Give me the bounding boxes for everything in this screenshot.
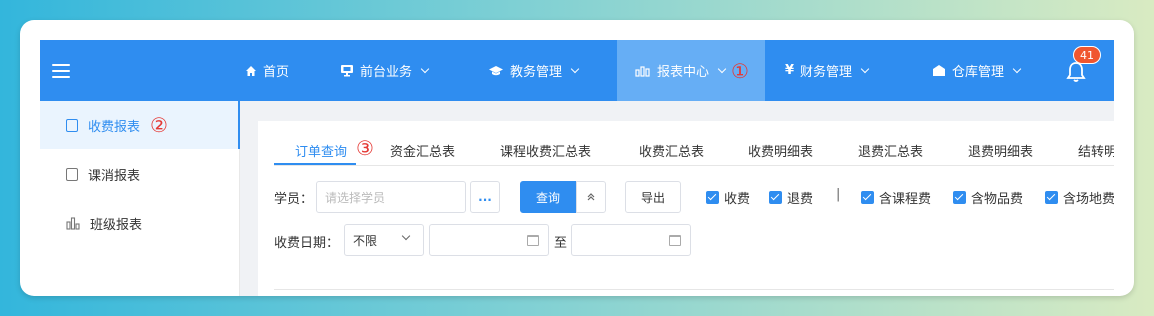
nav-item-reports[interactable]: 报表中心 ① xyxy=(617,40,765,101)
double-chevron-up-icon xyxy=(587,193,595,201)
active-tab-indicator xyxy=(274,163,356,165)
nav-item-finance[interactable]: ¥ 财务管理 xyxy=(785,40,870,101)
tab-carryover-detail[interactable]: 结转明 xyxy=(1078,141,1114,160)
chevron-down-icon xyxy=(717,64,727,73)
filter-divider xyxy=(274,289,1114,290)
end-date-input[interactable] xyxy=(571,224,691,256)
checkbox-include-venue-fee[interactable]: 含场地费 xyxy=(1045,188,1114,207)
calendar-icon xyxy=(527,235,539,246)
main-content: 订单查询 ③ 资金汇总表 课程收费汇总表 收费汇总表 收费明细表 退费汇总表 退… xyxy=(240,101,1114,296)
top-nav-bar: 首页 前台业务 教务管理 报表中心 ① ¥ 财务管理 仓库管理 41 xyxy=(40,40,1114,101)
nav-item-front-desk[interactable]: 前台业务 xyxy=(340,40,430,101)
checkbox-label: 收费 xyxy=(724,192,751,207)
menu-toggle-icon[interactable] xyxy=(52,64,70,78)
nav-label: 教务管理 xyxy=(510,65,563,80)
notification-badge: 41 xyxy=(1073,46,1101,64)
filter-separator: | xyxy=(836,187,841,202)
tab-order-query[interactable]: 订单查询 xyxy=(295,141,347,160)
chevron-down-icon xyxy=(860,64,870,73)
nav-label: 财务管理 xyxy=(800,65,853,80)
advanced-toggle-button[interactable] xyxy=(576,181,606,213)
checkbox-refund[interactable]: 退费 xyxy=(769,188,813,207)
sidebar-item-label: 班级报表 xyxy=(90,217,143,233)
export-button[interactable]: 导出 xyxy=(625,181,681,213)
query-button[interactable]: 查询 xyxy=(520,181,576,213)
date-range-select[interactable]: 不限 xyxy=(344,224,424,256)
checkbox-charge[interactable]: 收费 xyxy=(706,188,750,207)
checkbox-checked-icon xyxy=(861,191,874,204)
calendar-icon xyxy=(669,235,681,246)
sidebar-item-label: 课消报表 xyxy=(88,168,141,184)
sidebar: 收费报表 ② 课消报表 班级报表 xyxy=(40,101,240,296)
chevron-down-icon xyxy=(420,64,430,73)
checkbox-label: 退费 xyxy=(787,192,814,207)
sidebar-item-charge-report[interactable]: 收费报表 ② xyxy=(40,101,240,149)
annotation-marker-1: ① xyxy=(731,58,749,83)
warehouse-icon xyxy=(933,65,945,76)
tab-fund-summary[interactable]: 资金汇总表 xyxy=(390,141,455,160)
report-icon xyxy=(66,118,78,132)
checkbox-label: 含课程费 xyxy=(879,192,932,207)
sidebar-item-consumption-report[interactable]: 课消报表 xyxy=(40,150,240,198)
tab-charge-detail[interactable]: 收费明细表 xyxy=(748,141,813,160)
bar-chart-icon xyxy=(66,217,80,230)
chevron-down-icon xyxy=(401,231,411,241)
nav-label: 仓库管理 xyxy=(952,65,1005,80)
charge-date-label: 收费日期： xyxy=(274,236,340,251)
checkbox-label: 含场地费 xyxy=(1063,192,1114,207)
checkbox-checked-icon xyxy=(953,191,966,204)
student-label: 学员： xyxy=(274,192,314,207)
tab-refund-detail[interactable]: 退费明细表 xyxy=(968,141,1033,160)
checkbox-checked-icon xyxy=(1045,191,1058,204)
clipboard-icon xyxy=(66,167,78,181)
nav-item-academic[interactable]: 教务管理 xyxy=(488,40,580,101)
graduation-cap-icon xyxy=(489,65,503,75)
tab-divider xyxy=(274,165,1114,166)
annotation-marker-2: ② xyxy=(150,113,168,137)
checkbox-include-course-fee[interactable]: 含课程费 xyxy=(861,188,931,207)
app-window: 首页 前台业务 教务管理 报表中心 ① ¥ 财务管理 仓库管理 41 收费报表 … xyxy=(40,40,1114,296)
tab-course-charge-summary[interactable]: 课程收费汇总表 xyxy=(500,141,591,160)
date-range-value: 不限 xyxy=(353,233,378,248)
checkbox-label: 含物品费 xyxy=(971,192,1024,207)
report-panel: 订单查询 ③ 资金汇总表 课程收费汇总表 收费汇总表 收费明细表 退费汇总表 退… xyxy=(258,121,1114,296)
tab-refund-summary[interactable]: 退费汇总表 xyxy=(858,141,923,160)
student-input[interactable]: 请选择学员 xyxy=(316,181,466,213)
chevron-down-icon xyxy=(570,64,580,73)
nav-label: 前台业务 xyxy=(360,65,413,80)
nav-item-home[interactable]: 首页 xyxy=(245,40,289,101)
screenshot-card: 首页 前台业务 教务管理 报表中心 ① ¥ 财务管理 仓库管理 41 收费报表 … xyxy=(20,20,1134,296)
sidebar-item-class-report[interactable]: 班级报表 xyxy=(40,199,240,247)
monitor-icon xyxy=(341,65,353,77)
yen-icon: ¥ xyxy=(785,63,795,78)
nav-item-warehouse[interactable]: 仓库管理 xyxy=(932,40,1022,101)
tab-charge-summary[interactable]: 收费汇总表 xyxy=(639,141,704,160)
student-picker-button[interactable]: ... xyxy=(470,181,500,213)
checkbox-checked-icon xyxy=(769,191,782,204)
chevron-down-icon xyxy=(1012,64,1022,73)
home-icon xyxy=(246,65,256,76)
nav-label: 报表中心 xyxy=(657,65,710,80)
checkbox-include-item-fee[interactable]: 含物品费 xyxy=(953,188,1023,207)
student-placeholder: 请选择学员 xyxy=(325,190,386,205)
bar-chart-icon xyxy=(635,65,650,77)
sidebar-item-label: 收费报表 xyxy=(88,119,141,135)
start-date-input[interactable] xyxy=(429,224,549,256)
nav-label: 首页 xyxy=(263,65,290,80)
to-label: 至 xyxy=(554,236,568,251)
checkbox-checked-icon xyxy=(706,191,719,204)
annotation-marker-3: ③ xyxy=(356,136,374,160)
